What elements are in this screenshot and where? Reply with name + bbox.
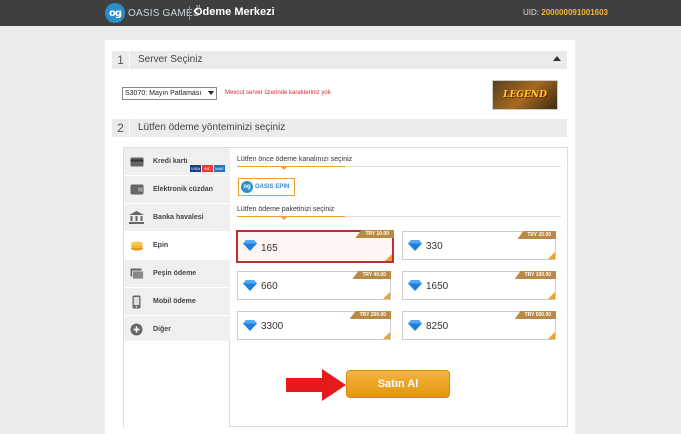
- method-label: Epin: [153, 242, 169, 249]
- buy-button[interactable]: Satın Al: [346, 370, 450, 398]
- method-credit-card[interactable]: Kredi kartı VISA MC MAE: [124, 148, 230, 176]
- section-title: Lütfen ödeme yönteminizi seçiniz: [138, 122, 286, 133]
- bank-icon: [129, 211, 144, 224]
- diamond-icon: [243, 320, 257, 331]
- diamond-icon: [408, 240, 422, 251]
- credit-card-icon: [129, 155, 144, 168]
- method-label: Diğer: [153, 326, 171, 333]
- package-amount: 8250: [426, 321, 449, 332]
- plus-icon: [129, 323, 144, 336]
- corner-icon: [548, 292, 555, 299]
- package-price-tag: TRY 200.00: [349, 311, 391, 319]
- corner-icon: [548, 252, 555, 259]
- selected-corner-icon: [385, 254, 392, 261]
- methods-sidebar-filler: [124, 341, 230, 427]
- method-label: Peşin ödeme: [153, 270, 197, 277]
- method-mobile[interactable]: Mobil ödeme: [124, 288, 230, 316]
- uid-value: 200000091001603: [541, 8, 608, 17]
- oasis-games-logo[interactable]: og OASIS GAMES: [105, 3, 200, 23]
- package-price-tag: TRY 40.00: [352, 271, 391, 279]
- method-label: Banka havalesi: [153, 214, 204, 221]
- game-logo: LEGEND: [492, 80, 558, 110]
- mastercard-logo: MC: [202, 165, 213, 172]
- package-amount: 1650: [426, 281, 449, 292]
- package-option[interactable]: 165 TRY 10.00: [236, 230, 394, 263]
- package-price-tag: TRY 100.00: [514, 271, 556, 279]
- uid-display: UID: 200000091001603: [523, 8, 608, 17]
- epin-logo-text: OASIS EPIN: [255, 184, 290, 190]
- payment-methods-sidebar: Kredi kartı VISA MC MAE Elektronik cüzda…: [124, 148, 230, 344]
- channel-caret-icon: [281, 167, 287, 170]
- method-cash[interactable]: Peşin ödeme: [124, 260, 230, 288]
- package-price-tag: TRY 10.00: [355, 230, 394, 238]
- mobile-icon: [129, 295, 144, 308]
- uid-label: UID:: [523, 8, 540, 17]
- package-option[interactable]: 330 TRY 20.00: [402, 231, 556, 260]
- package-option[interactable]: 660 TRY 40.00: [237, 271, 391, 300]
- corner-icon: [383, 292, 390, 299]
- package-option[interactable]: 8250 TRY 500.00: [402, 311, 556, 340]
- cash-icon: [129, 267, 144, 280]
- section-number: 2: [112, 119, 130, 137]
- package-option[interactable]: 1650 TRY 100.00: [402, 271, 556, 300]
- top-bar: og OASIS GAMES Ödeme Merkezi UID: 200000…: [0, 0, 681, 26]
- method-bank-transfer[interactable]: Banka havalesi: [124, 204, 230, 232]
- package-amount: 330: [426, 241, 443, 252]
- diamond-icon: [243, 280, 257, 291]
- visa-logo: VISA: [190, 165, 201, 172]
- chevron-down-icon: [208, 91, 214, 95]
- server-selected-value: S3070: Mayın Patlaması: [125, 90, 202, 97]
- package-amount: 660: [261, 281, 278, 292]
- method-e-wallet[interactable]: Elektronik cüzdan: [124, 176, 230, 204]
- method-other[interactable]: Diğer: [124, 316, 230, 344]
- package-amount: 165: [261, 243, 278, 254]
- corner-icon: [383, 332, 390, 339]
- game-logo-text: LEGEND: [503, 90, 547, 100]
- package-label: Lütfen ödeme paketinizi seçiniz: [237, 206, 335, 213]
- section-server-header[interactable]: 1 Server Seçiniz: [112, 51, 567, 69]
- package-option[interactable]: 3300 TRY 200.00: [237, 311, 391, 340]
- package-price-tag: TRY 20.00: [517, 231, 556, 239]
- section-number: 1: [112, 51, 130, 69]
- red-arrow-icon: [286, 369, 346, 401]
- method-label: Elektronik cüzdan: [153, 186, 213, 193]
- server-warning-text: Mevcut server üzerinde karakteriniz yok: [225, 90, 331, 96]
- coins-icon: [129, 239, 144, 252]
- wallet-icon: [129, 183, 144, 196]
- maestro-logo: MAE: [214, 165, 225, 172]
- package-amount: 3300: [261, 321, 284, 332]
- epin-channel-option[interactable]: og OASIS EPIN: [238, 178, 295, 196]
- section-payment-header: 2 Lütfen ödeme yönteminizi seçiniz: [112, 119, 567, 137]
- method-label: Mobil ödeme: [153, 298, 196, 305]
- epin-logo-mark: og: [241, 181, 253, 193]
- card-brand-logos: VISA MC MAE: [190, 165, 225, 172]
- diamond-icon: [243, 240, 257, 251]
- diamond-icon: [408, 280, 422, 291]
- server-select[interactable]: S3070: Mayın Patlaması: [122, 87, 217, 100]
- section-title: Server Seçiniz: [138, 54, 203, 65]
- diamond-icon: [408, 320, 422, 331]
- corner-icon: [548, 332, 555, 339]
- method-epin[interactable]: Epin: [124, 232, 230, 260]
- logo-mark: og: [105, 3, 125, 23]
- package-caret-icon: [281, 217, 287, 220]
- page-title: Ödeme Merkezi: [194, 6, 275, 18]
- package-price-tag: TRY 500.00: [514, 311, 556, 319]
- header-divider: [189, 6, 190, 20]
- method-label: Kredi kartı: [153, 158, 188, 165]
- collapse-caret-icon[interactable]: [553, 56, 561, 61]
- channel-label: Lütfen önce ödeme kanalınızı seçiniz: [237, 156, 353, 163]
